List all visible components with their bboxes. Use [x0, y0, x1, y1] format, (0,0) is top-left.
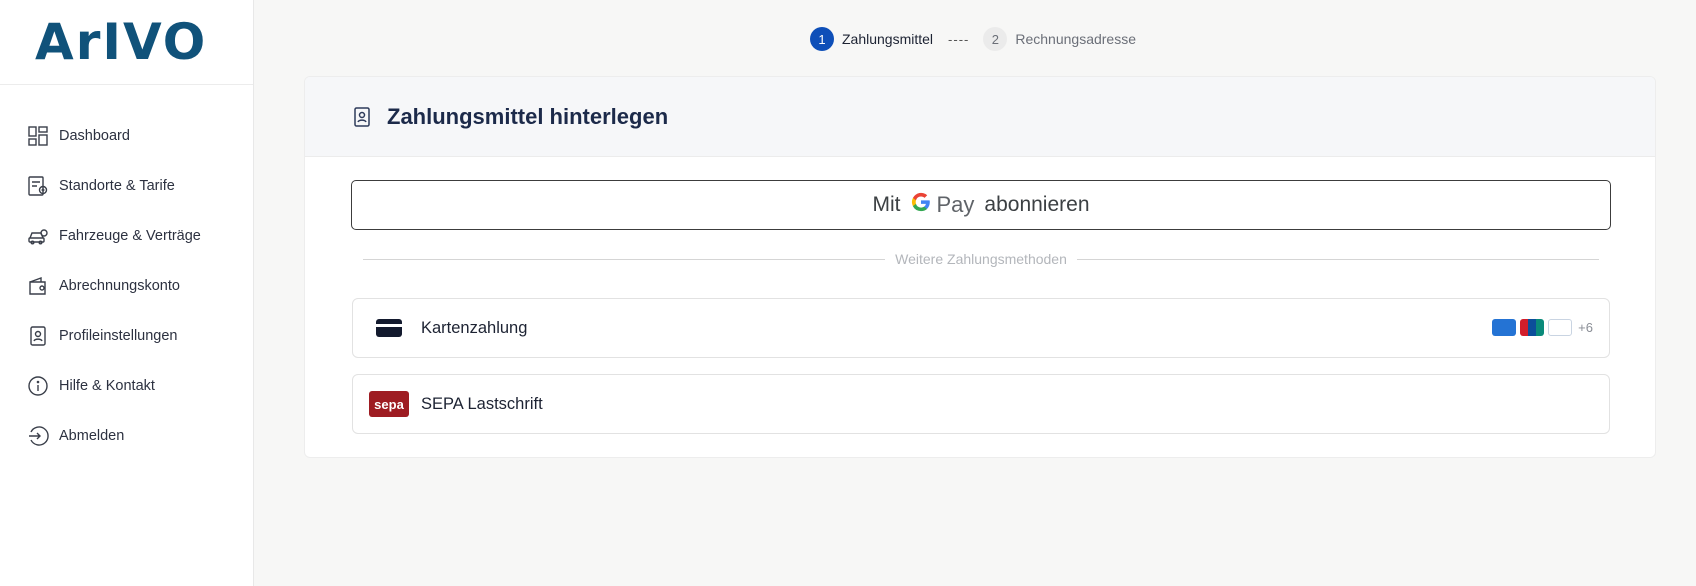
sidebar-item-label: Standorte & Tarife: [59, 178, 175, 194]
sidebar-item-standorte-tarife[interactable]: Standorte & Tarife: [0, 161, 253, 211]
gpay-suffix: abonnieren: [984, 193, 1090, 216]
card-payment-label: Kartenzahlung: [421, 318, 528, 337]
gpay-prefix: Mit: [872, 193, 901, 216]
gpay-pay-text: Pay: [936, 192, 975, 217]
sidebar-nav: Dashboard Standorte & Tarife Fahrzeuge &…: [0, 85, 253, 461]
sepa-logo-icon: sepa: [369, 391, 409, 417]
sidebar-item-label: Fahrzeuge & Verträge: [59, 228, 201, 244]
sepa-payment-label: SEPA Lastschrift: [421, 394, 543, 413]
sidebar-item-abmelden[interactable]: Abmelden: [0, 411, 253, 461]
google-pay-subscribe-button[interactable]: Mit Pay abonnieren: [351, 180, 1611, 230]
page-title: Zahlungsmittel hinterlegen: [387, 103, 669, 129]
logout-icon: [27, 425, 49, 447]
location-tariff-icon: [27, 175, 49, 197]
arivo-logo[interactable]: ArIVO: [35, 17, 207, 67]
sidebar-item-dashboard[interactable]: Dashboard: [0, 111, 253, 161]
sidebar-item-label: Abmelden: [59, 428, 125, 444]
card-payment-option[interactable]: Kartenzahlung +6: [352, 298, 1610, 358]
diners-club-icon: [1548, 319, 1573, 336]
amex-icon: [1492, 319, 1517, 336]
info-icon: [27, 375, 49, 397]
sepa-logo: sepa: [369, 391, 409, 417]
checkout-stepper: 1 Zahlungsmittel ---- 2 Rechnungsadresse: [810, 26, 1136, 52]
sidebar-item-abrechnungskonto[interactable]: Abrechnungskonto: [0, 261, 253, 311]
step-2-number: 2: [983, 27, 1008, 51]
sepa-payment-option[interactable]: sepa SEPA Lastschrift: [352, 374, 1610, 434]
google-g-icon: [910, 191, 932, 220]
payment-method-card: Zahlungsmittel hinterlegen Mit Pay abonn…: [304, 76, 1656, 458]
step-1-label: Zahlungsmittel: [842, 31, 934, 47]
wallet-icon: [27, 275, 49, 297]
logo-area: ArIVO: [0, 0, 253, 85]
profile-icon: [27, 325, 49, 347]
credit-card-icon: [369, 319, 409, 337]
step-2-label: Rechnungsadresse: [1015, 31, 1137, 47]
sidebar-item-profileinstellungen[interactable]: Profileinstellungen: [0, 311, 253, 361]
card-header: Zahlungsmittel hinterlegen: [305, 77, 1655, 157]
unionpay-icon: [1520, 319, 1545, 336]
sidebar-item-hilfe-kontakt[interactable]: Hilfe & Kontakt: [0, 361, 253, 411]
card-brands: +6: [1488, 319, 1593, 336]
more-brands-count: +6: [1578, 320, 1593, 335]
step-1-number: 1: [810, 27, 834, 51]
vehicle-contract-icon: [27, 225, 49, 247]
sidebar: ArIVO Dashboard Standorte & Tarife Fahrz…: [0, 0, 254, 586]
divider-line-right: [1076, 258, 1600, 260]
sidebar-item-label: Profileinstellungen: [59, 328, 178, 344]
sidebar-item-label: Dashboard: [59, 128, 130, 144]
sidebar-item-label: Hilfe & Kontakt: [59, 378, 155, 394]
divider-line-left: [363, 258, 886, 260]
dashboard-icon: [27, 125, 49, 147]
payment-divider: Weitere Zahlungsmethoden: [363, 249, 1600, 269]
sidebar-item-fahrzeuge-vertraege[interactable]: Fahrzeuge & Verträge: [0, 211, 253, 261]
sidebar-item-label: Abrechnungskonto: [59, 278, 180, 294]
profile-icon: [354, 106, 370, 127]
step-separator: ----: [948, 31, 970, 47]
divider-text: Weitere Zahlungsmethoden: [895, 251, 1067, 267]
